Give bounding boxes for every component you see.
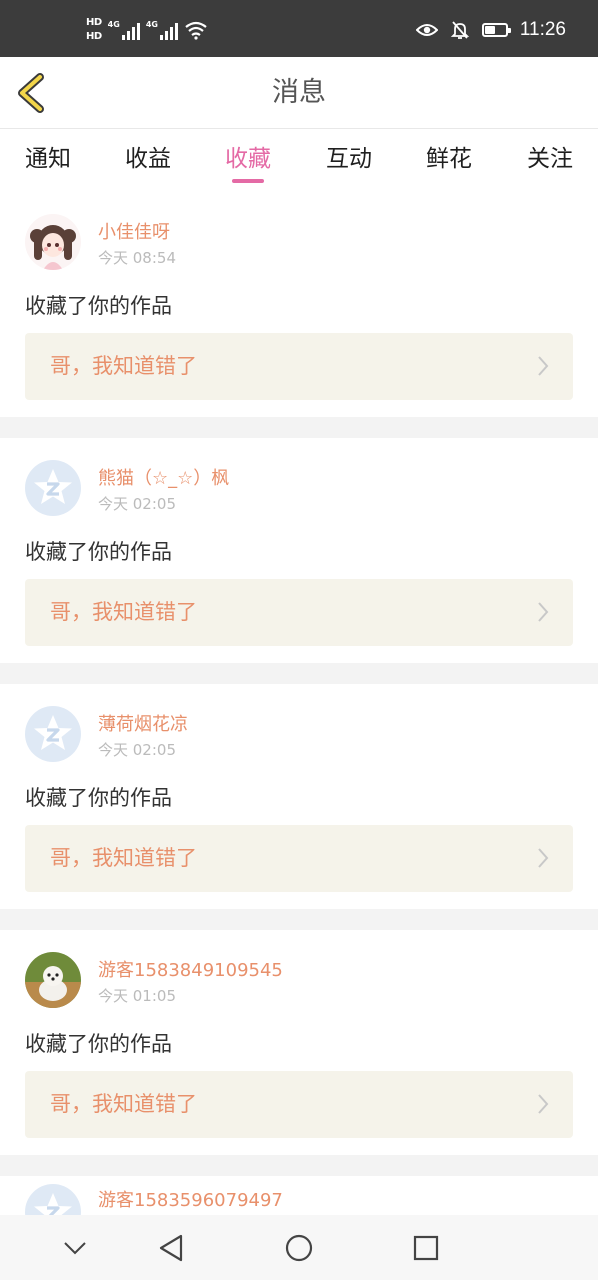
tab-active-indicator xyxy=(232,179,264,183)
girl-avatar-icon xyxy=(25,214,81,270)
tab-bar: 通知 收益 收藏 互动 鲜花 关注 xyxy=(0,129,598,192)
message-card: 熊猫（☆_☆）枫今天 02:05 收藏了你的作品哥，我知道错了 xyxy=(0,438,598,663)
hd-1: HD xyxy=(86,17,102,28)
avatar[interactable] xyxy=(25,706,81,762)
message-time: 今天 02:05 xyxy=(98,741,176,759)
work-title: 哥，我知道错了 xyxy=(50,1092,197,1116)
action-text: 收藏了你的作品 xyxy=(25,786,172,810)
work-title: 哥，我知道错了 xyxy=(50,846,197,870)
username[interactable]: 小佳佳呀 xyxy=(98,218,170,244)
work-link[interactable]: 哥，我知道错了 xyxy=(25,579,573,646)
chevron-right-icon xyxy=(537,847,549,869)
chevron-right-icon xyxy=(537,1093,549,1115)
message-card: 薄荷烟花凉今天 02:05 收藏了你的作品哥，我知道错了 xyxy=(0,684,598,909)
message-time: 今天 08:54 xyxy=(98,249,176,267)
action-text: 收藏了你的作品 xyxy=(25,1032,172,1056)
avatar[interactable] xyxy=(25,460,81,516)
nav-recents-button[interactable] xyxy=(409,1231,443,1265)
chevron-down-icon xyxy=(64,1242,86,1255)
signal-2-label: 4G xyxy=(145,20,158,29)
message-time: 今天 01:05 xyxy=(98,987,176,1005)
status-left: HD HD 4G 4G xyxy=(86,14,208,46)
page-title: 消息 xyxy=(272,77,326,108)
signal-2-icon: 4G xyxy=(146,20,178,40)
avatar[interactable] xyxy=(25,214,81,270)
eye-icon xyxy=(415,24,438,36)
message-card: 游客1583849109545 今天 01:05 收藏了你的作品哥，我知道错了 xyxy=(0,930,598,1155)
tab-label: 互动 xyxy=(326,146,372,172)
avatar[interactable] xyxy=(25,952,81,1008)
message-list: 小佳佳呀 今天 08:54 收藏了你的作品 哥，我知道错了 熊猫（☆_☆）枫 今天 02:… xyxy=(0,192,598,1240)
default-avatar-icon xyxy=(25,706,81,762)
clock: 11:26 xyxy=(519,19,566,40)
username[interactable]: 游客1583596079497 xyxy=(98,1186,283,1212)
message-time: 今天 02:05 xyxy=(98,495,176,513)
work-title: 哥，我知道错了 xyxy=(50,600,197,624)
header: 消息 xyxy=(0,57,598,129)
signal-1-label: 4G xyxy=(107,20,120,29)
tab-1[interactable]: 通知 xyxy=(0,139,98,173)
bell-muted-icon xyxy=(450,21,470,39)
action-text: 收藏了你的作品 xyxy=(25,294,172,318)
system-nav-bar xyxy=(0,1215,598,1280)
work-link[interactable]: 哥，我知道错了 xyxy=(25,333,573,400)
hd-indicator: HD HD xyxy=(86,17,102,43)
status-bar: HD HD 4G 4G 11:26 xyxy=(0,0,598,57)
circle-home-icon xyxy=(285,1234,313,1262)
tab-label: 通知 xyxy=(25,146,71,172)
battery-icon xyxy=(481,23,511,37)
tab-label: 关注 xyxy=(527,146,573,172)
tab-label: 鲜花 xyxy=(426,146,472,172)
work-link[interactable]: 哥，我知道错了 xyxy=(25,1071,573,1138)
action-text: 收藏了你的作品 xyxy=(25,540,172,564)
username[interactable]: 熊猫（☆_☆）枫 xyxy=(98,464,229,490)
tab-5[interactable]: 鲜花 xyxy=(399,139,499,173)
nav-home-button[interactable] xyxy=(282,1231,316,1265)
battery-level xyxy=(484,26,495,34)
tab-2[interactable]: 收益 xyxy=(98,139,198,173)
square-recents-icon xyxy=(413,1235,439,1261)
chevron-right-icon xyxy=(537,355,549,377)
dog-avatar-icon xyxy=(25,952,81,1008)
nav-collapse-button[interactable] xyxy=(58,1231,92,1265)
tab-6[interactable]: 关注 xyxy=(500,139,598,173)
tab-label: 收藏 xyxy=(225,146,271,172)
tab-4[interactable]: 互动 xyxy=(299,139,399,173)
work-link[interactable]: 哥，我知道错了 xyxy=(25,825,573,892)
chevron-right-icon xyxy=(537,601,549,623)
username[interactable]: 游客1583849109545 xyxy=(98,956,283,982)
username[interactable]: 薄荷烟花凉 xyxy=(98,710,188,736)
triangle-back-icon xyxy=(159,1234,183,1262)
hd-2: HD xyxy=(86,31,102,42)
wifi-icon xyxy=(185,21,207,40)
nav-back-button[interactable] xyxy=(154,1231,188,1265)
work-title: 哥，我知道错了 xyxy=(50,354,197,378)
tab-label: 收益 xyxy=(125,146,171,172)
default-avatar-icon xyxy=(25,460,81,516)
tab-3[interactable]: 收藏 xyxy=(198,139,298,183)
status-right: 11:26 xyxy=(415,14,566,46)
message-card: 小佳佳呀今天 08:54 收藏了你的作品哥，我知道错了 xyxy=(0,192,598,417)
signal-1-icon: 4G xyxy=(108,20,140,40)
